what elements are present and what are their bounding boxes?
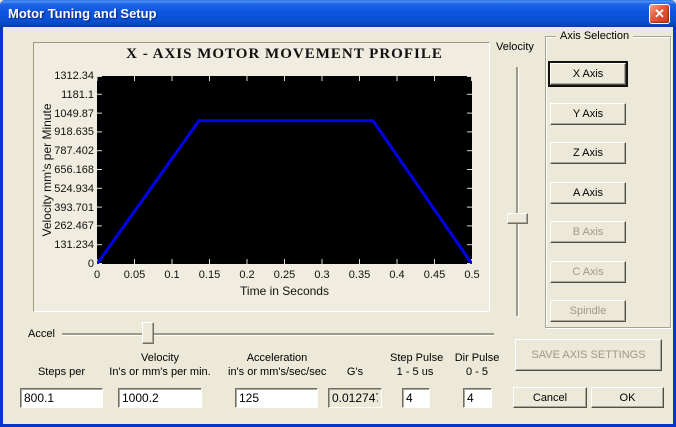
dir-pulse-label: Dir Pulse <box>452 352 502 364</box>
save-axis-settings-button[interactable]: SAVE AXIS SETTINGS <box>515 339 662 371</box>
steps-per-input[interactable] <box>20 388 103 408</box>
acceleration-field-units: in's or mm's/sec/sec <box>228 366 326 378</box>
y-tick-label: 656.168 <box>44 164 94 176</box>
profile-line-chart <box>97 76 472 264</box>
ok-button[interactable]: OK <box>591 387 664 408</box>
steps-per-label: Steps per <box>20 366 103 378</box>
close-icon: ✕ <box>654 6 665 21</box>
x-tick-label: 0.05 <box>115 269 155 281</box>
profile-line <box>97 121 472 264</box>
x-axis-title: Time in Seconds <box>97 284 472 298</box>
axis-button-y-axis[interactable]: Y Axis <box>550 103 626 125</box>
y-tick-label: 131.234 <box>44 239 94 251</box>
x-tick-label: 0 <box>77 269 117 281</box>
step-pulse-input[interactable] <box>402 388 430 408</box>
x-tick-label: 0.25 <box>265 269 305 281</box>
acceleration-field-label: Acceleration <box>228 352 326 364</box>
axis-button-c-axis: C Axis <box>550 261 626 283</box>
window-title: Motor Tuning and Setup <box>8 0 157 27</box>
x-tick-label: 0.5 <box>452 269 492 281</box>
x-tick-label: 0.2 <box>227 269 267 281</box>
acceleration-input[interactable] <box>235 388 318 408</box>
dir-pulse-range: 0 - 5 <box>452 366 502 378</box>
chart-title: X - AXIS MOTOR MOVEMENT PROFILE <box>97 46 472 63</box>
step-pulse-label: Step Pulse <box>390 352 440 364</box>
velocity-field-label: Velocity <box>108 352 212 364</box>
axis-selection-title: Axis Selection <box>556 30 633 42</box>
step-pulse-range: 1 - 5 us <box>390 366 440 378</box>
x-tick-label: 0.45 <box>415 269 455 281</box>
y-tick-label: 1049.87 <box>44 108 94 120</box>
accel-slider-track[interactable] <box>62 333 494 335</box>
axis-button-spindle: Spindle <box>550 300 626 322</box>
y-tick-label: 787.402 <box>44 145 94 157</box>
accel-slider-label: Accel <box>28 328 55 340</box>
axis-button-x-axis[interactable]: X Axis <box>550 63 626 85</box>
x-tick-label: 0.35 <box>340 269 380 281</box>
axis-button-a-axis[interactable]: A Axis <box>550 182 626 204</box>
x-tick-label: 0.1 <box>152 269 192 281</box>
y-tick-label: 393.701 <box>44 202 94 214</box>
y-tick-label: 918.635 <box>44 126 94 138</box>
axis-button-b-axis: B Axis <box>550 221 626 243</box>
x-tick-label: 0.3 <box>302 269 342 281</box>
axis-button-z-axis[interactable]: Z Axis <box>550 142 626 164</box>
velocity-slider-track[interactable] <box>516 67 518 316</box>
motor-tuning-dialog: Motor Tuning and Setup ✕ X - AXIS MOTOR … <box>0 0 676 427</box>
y-tick-label: 1181.1 <box>44 89 94 101</box>
dir-pulse-input[interactable] <box>463 388 492 408</box>
y-tick-label: 524.934 <box>44 183 94 195</box>
close-button[interactable]: ✕ <box>649 4 670 24</box>
velocity-profile-plot <box>97 76 472 264</box>
gs-field-label: G's <box>328 366 382 378</box>
cancel-button[interactable]: Cancel <box>513 387 587 408</box>
x-tick-label: 0.4 <box>377 269 417 281</box>
y-tick-label: 262.467 <box>44 220 94 232</box>
velocity-slider-thumb[interactable] <box>507 213 528 224</box>
y-tick-label: 1312.34 <box>44 70 94 82</box>
velocity-field-units: In's or mm's per min. <box>108 366 212 378</box>
title-bar[interactable]: Motor Tuning and Setup ✕ <box>0 0 676 27</box>
velocity-slider-label: Velocity <box>496 41 534 53</box>
x-tick-label: 0.15 <box>190 269 230 281</box>
gs-readout <box>328 388 382 408</box>
accel-slider-thumb[interactable] <box>142 322 154 344</box>
velocity-input[interactable] <box>118 388 202 408</box>
